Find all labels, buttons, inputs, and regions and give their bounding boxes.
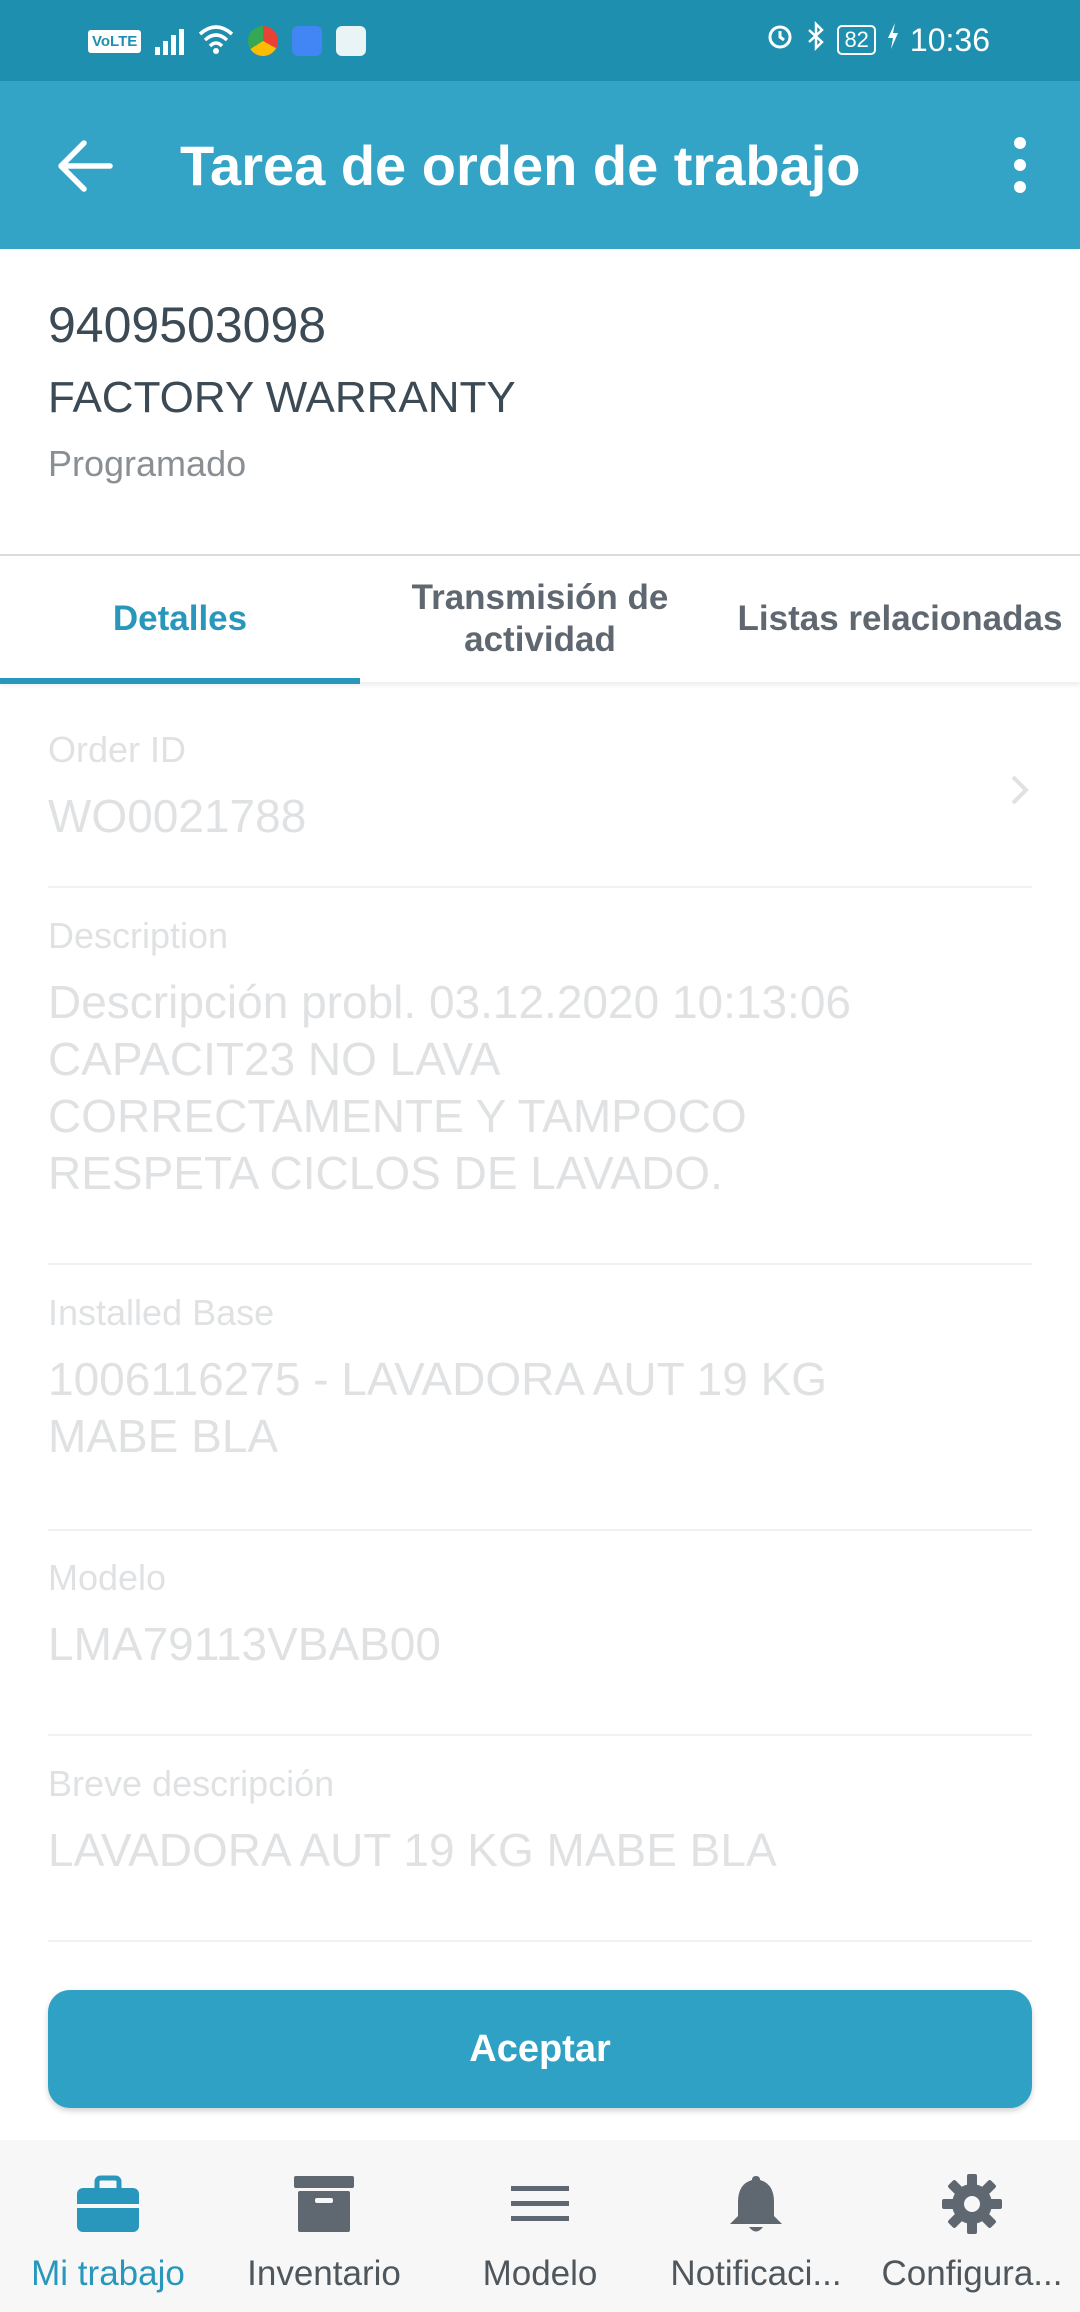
nav-mi-trabajo[interactable]: Mi trabajo	[0, 2140, 216, 2312]
status-icons-left: VoLTE	[88, 20, 367, 62]
chevron-right-icon	[1011, 775, 1029, 805]
bell-icon	[722, 2170, 790, 2238]
nav-label: Inventario	[247, 2254, 401, 2293]
nav-modelo[interactable]: Modelo	[432, 2140, 648, 2312]
work-order-status: Programado	[48, 443, 247, 484]
battery-icon: 82	[837, 25, 876, 55]
alarm-icon	[765, 21, 795, 59]
back-button[interactable]	[50, 131, 120, 201]
work-order-type: FACTORY WARRANTY	[48, 373, 516, 422]
field-value: 1006116275 - LAVADORA AUT 19 KG MABE BLA	[48, 1353, 828, 1462]
field-breve-descripcion: Breve descripción LAVADORA AUT 19 KG MAB…	[48, 1760, 1032, 1942]
browser-app-icon	[248, 26, 279, 56]
bluetooth-icon	[805, 20, 827, 59]
charging-icon	[886, 21, 900, 59]
more-vert-icon	[1014, 137, 1026, 149]
nav-notificaciones[interactable]: Notificaci...	[648, 2140, 864, 2312]
clock-time: 10:36	[909, 21, 990, 58]
page-title: Tarea de orden de trabajo	[180, 134, 861, 197]
field-label: Installed Base	[48, 1292, 275, 1333]
nav-label: Mi trabajo	[31, 2254, 185, 2293]
nav-configuracion[interactable]: Configura...	[864, 2140, 1080, 2312]
details-panel: Order ID WO0021788 Description Descripci…	[0, 684, 1080, 1974]
field-value: LMA79113VBAB00	[48, 1618, 441, 1670]
field-description: Description Descripción probl. 03.12.202…	[48, 912, 1032, 1265]
nav-inventario[interactable]: Inventario	[216, 2140, 432, 2312]
photo-app-icon	[292, 26, 323, 56]
tab-bar: Detalles Transmisión de actividad Listas…	[0, 554, 1080, 684]
work-order-number: 9409503098	[48, 297, 327, 353]
field-installed-base: Installed Base 1006116275 - LAVADORA AUT…	[48, 1289, 1032, 1531]
status-icons-right: 82 10:36	[765, 18, 990, 62]
nav-label: Notificaci...	[670, 2254, 842, 2293]
field-label: Breve descripción	[48, 1763, 335, 1804]
status-bar: VoLTE 82 10:36	[0, 0, 1080, 81]
signal-icon	[155, 27, 185, 55]
work-order-header: 9409503098 FACTORY WARRANTY Programado	[48, 290, 1048, 494]
field-value: LAVADORA AUT 19 KG MABE BLA	[48, 1824, 777, 1876]
more-options-button[interactable]	[990, 129, 1050, 201]
nav-label: Modelo	[482, 2254, 598, 2293]
mail-app-icon	[336, 26, 367, 56]
accept-button[interactable]: Aceptar	[48, 1990, 1032, 2108]
volte-icon: VoLTE	[88, 29, 142, 53]
field-value: WO0021788	[48, 790, 307, 842]
briefcase-icon	[74, 2170, 142, 2238]
nav-label: Configura...	[881, 2254, 1063, 2293]
archive-box-icon	[290, 2170, 358, 2238]
tab-listas-relacionadas[interactable]: Listas relacionadas	[720, 556, 1080, 682]
field-value: Descripción probl. 03.12.2020 10:13:06 C…	[48, 976, 852, 1199]
field-label: Description	[48, 915, 229, 956]
app-bar: Tarea de orden de trabajo	[0, 81, 1080, 249]
field-label: Order ID	[48, 729, 187, 770]
gear-icon	[938, 2170, 1006, 2238]
wifi-icon	[198, 24, 234, 59]
back-arrow-icon	[58, 140, 113, 192]
bottom-navigation: Mi trabajo Inventario Modelo Notificaci.…	[0, 2140, 1080, 2312]
tab-transmision-actividad[interactable]: Transmisión de actividad	[360, 556, 720, 682]
field-modelo: Modelo LMA79113VBAB00	[48, 1554, 1032, 1736]
menu-lines-icon	[506, 2170, 574, 2238]
field-order-id[interactable]: Order ID WO0021788	[48, 726, 1032, 888]
tab-detalles[interactable]: Detalles	[0, 556, 360, 682]
field-label: Modelo	[48, 1557, 167, 1598]
